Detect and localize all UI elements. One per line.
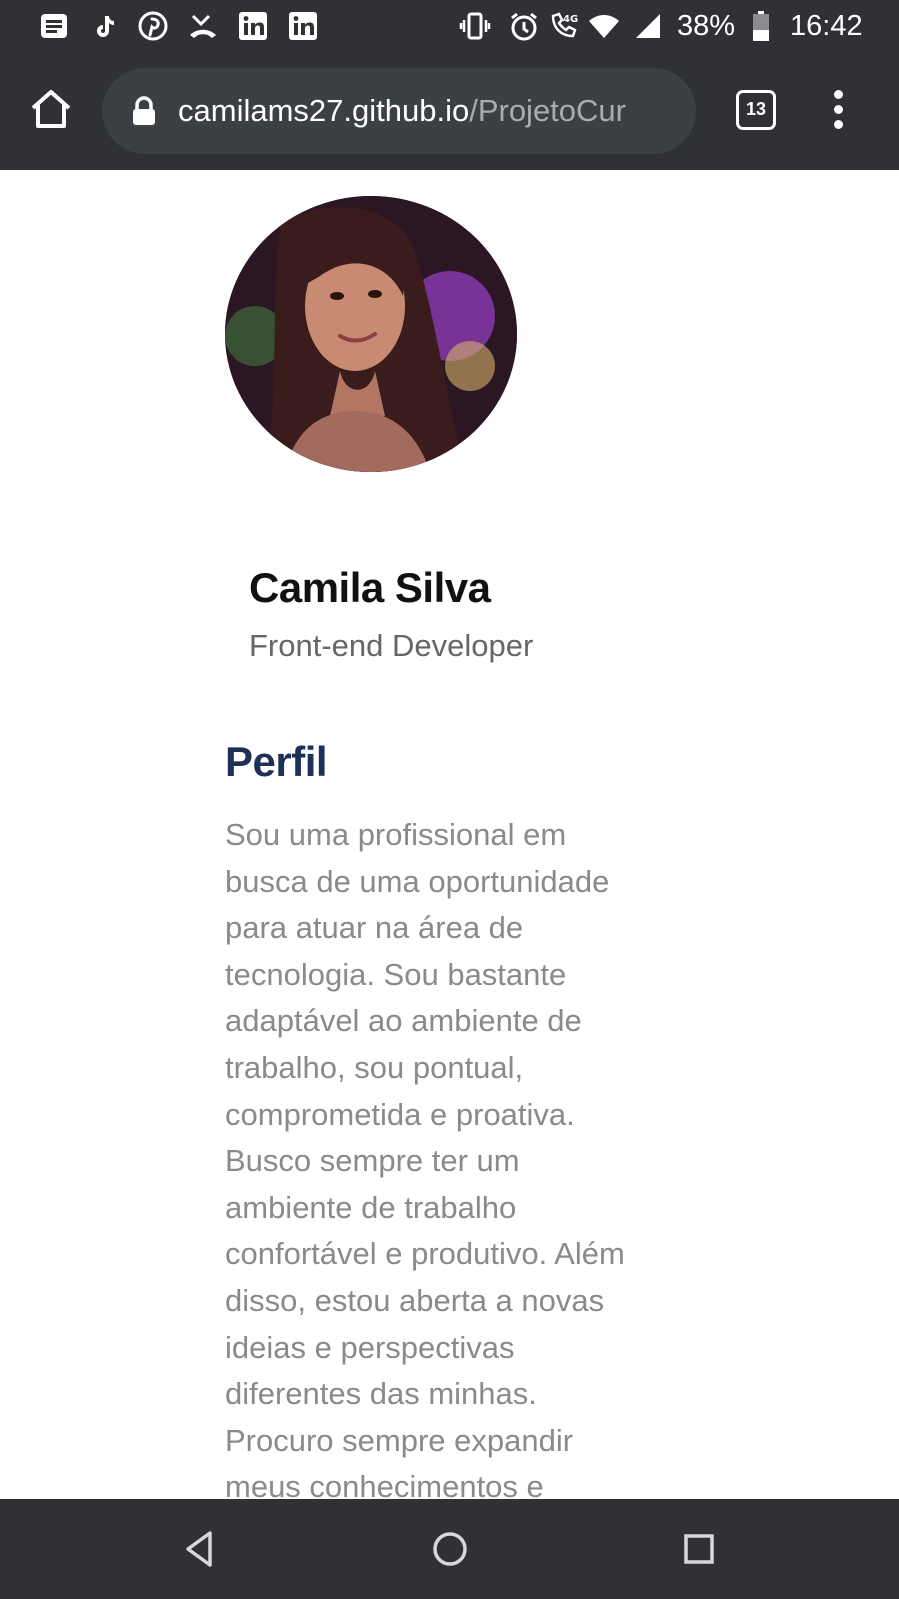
bio-line: meus conhecimentos e [225, 1469, 544, 1499]
tiktok-icon [88, 10, 120, 42]
battery-percent: 38% [677, 10, 736, 42]
tab-switcher-button[interactable]: 13 [736, 90, 776, 130]
network-type-label: 4G [563, 14, 578, 25]
bio-line: para atuar na área de [225, 910, 524, 946]
home-nav-button[interactable] [426, 1525, 474, 1573]
vibrate-icon [459, 10, 491, 42]
bio-line: disso, estou aberta a novas [225, 1282, 605, 1318]
linkedin-icon [287, 10, 319, 42]
browser-toolbar: camilams27.github.io/ProjetoCur 13 [0, 52, 899, 170]
url-text[interactable]: camilams27.github.io/ProjetoCur [178, 90, 683, 132]
bio-line: ambiente de trabalho [225, 1189, 517, 1225]
missed-call-icon [187, 10, 219, 42]
news-icon [38, 10, 70, 42]
back-icon [186, 1531, 212, 1567]
battery-icon [745, 10, 777, 42]
recents-icon [684, 1534, 714, 1564]
bio-line: Procuro sempre expandir [225, 1422, 574, 1458]
bio-line: ideias e perspectivas [225, 1329, 515, 1365]
bio-line: tecnologia. Sou bastante [225, 956, 567, 992]
recents-button[interactable] [675, 1525, 723, 1573]
page-content: Camila Silva Front-end Developer Perfil … [0, 170, 899, 1499]
home-icon [31, 90, 71, 128]
home-button[interactable] [28, 86, 74, 132]
url-host: camilams27.github.io [178, 93, 470, 128]
linkedin-icon [237, 10, 269, 42]
phone-screen: 4G 38% 16:42 camilams27.github.io/Projet… [0, 0, 899, 1599]
profile-role: Front-end Developer [249, 628, 534, 663]
more-vert-icon[interactable] [826, 90, 852, 130]
bio-line: adaptável ao ambiente de [225, 1003, 582, 1039]
alarm-icon [508, 10, 540, 42]
home-circle-icon [433, 1532, 467, 1566]
profile-name: Camila Silva [249, 564, 491, 611]
clock: 16:42 [790, 10, 863, 42]
cell-signal-icon [632, 10, 664, 42]
section-title-perfil: Perfil [225, 738, 328, 785]
back-button[interactable] [176, 1525, 224, 1573]
bio-line: Sou uma profissional em [225, 817, 567, 852]
pinterest-icon [137, 10, 169, 42]
bio-line: comprometida e proativa. [225, 1096, 575, 1132]
volte-call-icon: 4G [547, 10, 579, 42]
avatar [225, 196, 517, 472]
profile-photo [225, 196, 517, 472]
wifi-icon [588, 10, 620, 42]
bio-line: Busco sempre ter um [225, 1143, 520, 1179]
bio-line: diferentes das minhas. [225, 1376, 537, 1412]
status-bar: 4G 38% 16:42 [0, 0, 899, 52]
bio-line: confortável e produtivo. Além [225, 1236, 625, 1272]
system-nav-bar [0, 1499, 899, 1599]
bio-line: busca de uma oportunidade [225, 863, 610, 899]
lock-icon[interactable] [130, 96, 158, 126]
url-path: /ProjetoCur [469, 93, 626, 128]
perfil-bio: Sou uma profissional em busca de uma opo… [225, 812, 665, 1499]
address-bar[interactable]: camilams27.github.io/ProjetoCur [102, 68, 696, 154]
bio-line: trabalho, sou pontual, [225, 1049, 524, 1085]
